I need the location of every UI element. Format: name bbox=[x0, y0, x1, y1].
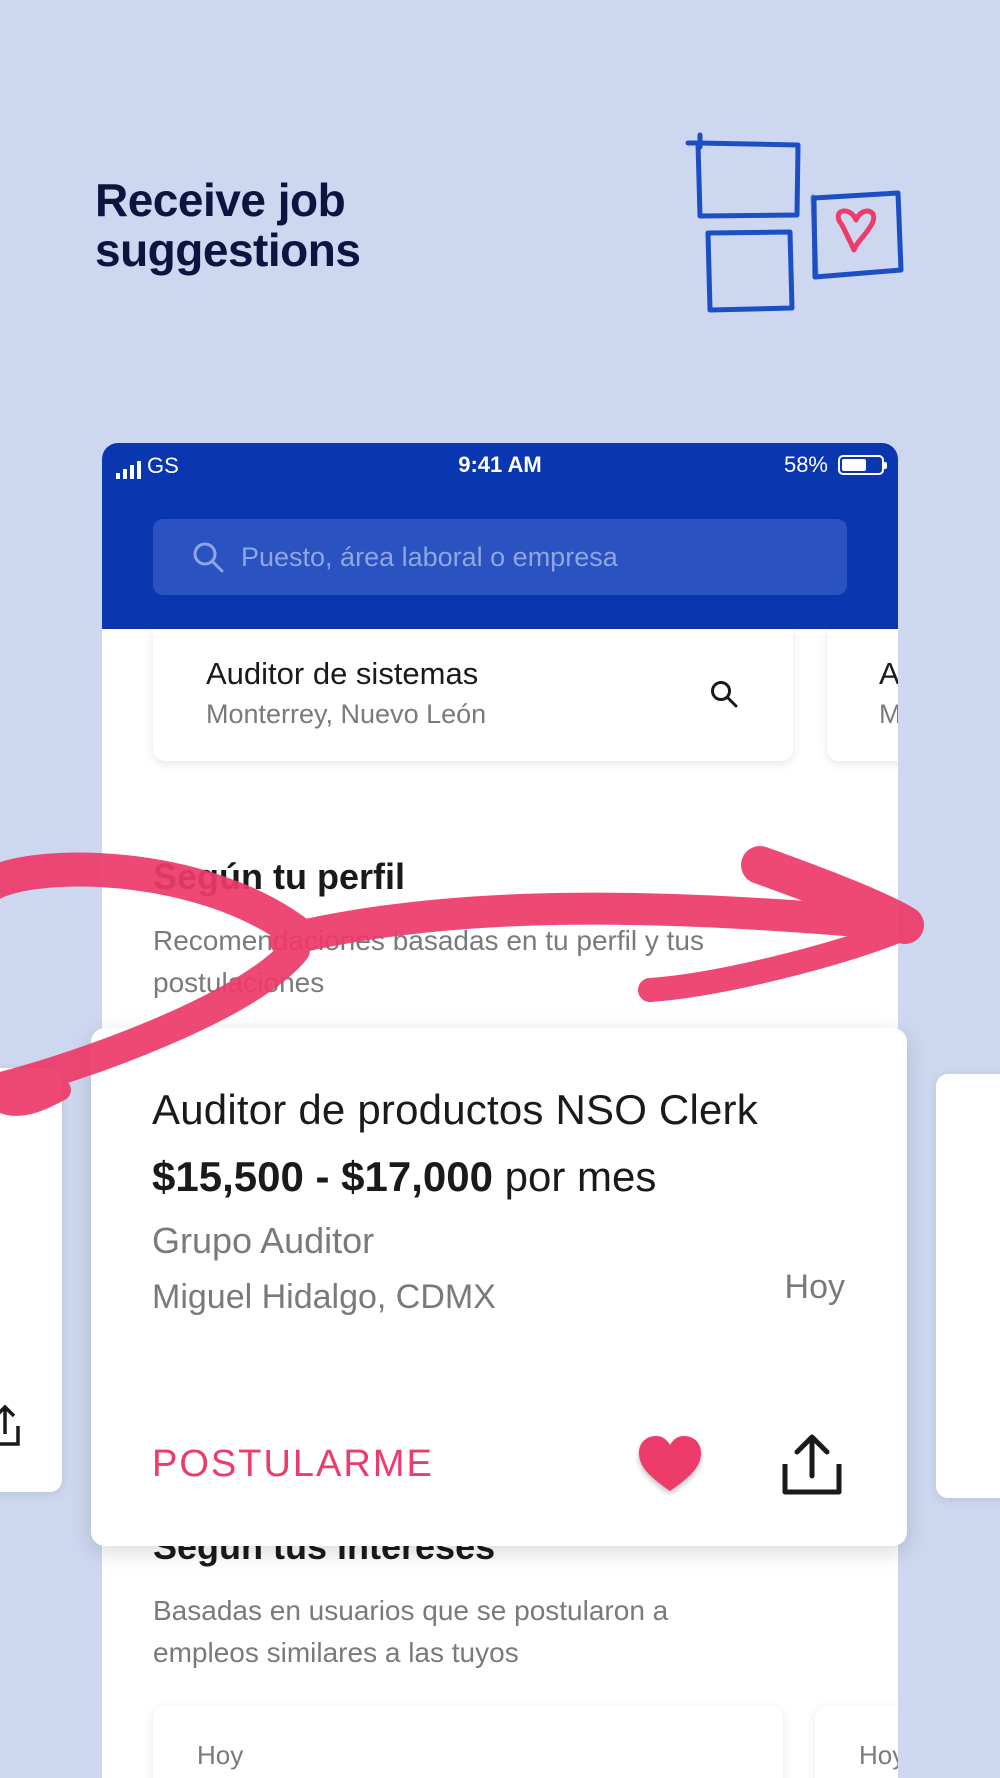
search-icon bbox=[193, 542, 224, 573]
job-card-preview[interactable]: Hoy bbox=[815, 1706, 898, 1778]
job-date: Hoy bbox=[784, 1268, 845, 1306]
job-card[interactable]: Auditor de productos NSO Clerk $15,500 -… bbox=[91, 1028, 907, 1546]
search-icon[interactable] bbox=[709, 679, 739, 709]
salary-period: por mes bbox=[504, 1153, 657, 1200]
apply-button[interactable]: POSTULARME bbox=[152, 1443, 434, 1486]
salary-range: $15,500 - $17,000 bbox=[152, 1153, 493, 1200]
job-card-next[interactable] bbox=[936, 1074, 1000, 1498]
job-date: Hoy bbox=[197, 1740, 244, 1770]
recent-search-title: Auditor de sistemas bbox=[206, 656, 479, 691]
battery-percent: 58% bbox=[783, 452, 828, 477]
section-subtitle-profile: Recomendaciones basadas en tu perfil y t… bbox=[153, 925, 704, 998]
section-title-profile: Según tu perfil bbox=[153, 856, 405, 897]
battery-icon bbox=[838, 455, 887, 475]
job-card-preview[interactable]: Hoy bbox=[153, 1706, 783, 1778]
job-salary: $15,500 - $17,000 por mes bbox=[152, 1153, 656, 1201]
recent-search-card[interactable]: A M bbox=[827, 629, 898, 761]
recent-search-location: M bbox=[879, 699, 898, 729]
share-icon[interactable] bbox=[779, 1432, 845, 1498]
app-header: GS 9:41 AM 58% Puesto, área laboral o em… bbox=[102, 443, 898, 629]
recent-search-title: A bbox=[879, 656, 898, 691]
job-card-previous[interactable] bbox=[0, 1068, 62, 1492]
job-company: Grupo Auditor bbox=[152, 1220, 375, 1261]
search-placeholder: Puesto, área laboral o empresa bbox=[241, 541, 618, 572]
headline: Receive job suggestions bbox=[95, 174, 361, 276]
status-time: 9:41 AM bbox=[458, 452, 542, 477]
job-title: Auditor de productos NSO Clerk bbox=[152, 1086, 758, 1133]
recent-search-card[interactable]: Auditor de sistemas Monterrey, Nuevo Leó… bbox=[153, 629, 793, 761]
status-bar: GS 9:41 AM 58% bbox=[102, 443, 898, 487]
search-input[interactable]: Puesto, área laboral o empresa bbox=[153, 519, 847, 595]
share-icon[interactable] bbox=[0, 1404, 22, 1448]
heart-icon[interactable] bbox=[636, 1433, 704, 1495]
recent-search-location: Monterrey, Nuevo León bbox=[206, 699, 487, 729]
job-date: Hoy bbox=[859, 1740, 898, 1770]
saved-jobs-doodle-icon bbox=[685, 132, 904, 313]
job-location: Miguel Hidalgo, CDMX bbox=[152, 1278, 496, 1316]
section-subtitle-interests: Basadas en usuarios que se postularon a … bbox=[153, 1595, 669, 1668]
